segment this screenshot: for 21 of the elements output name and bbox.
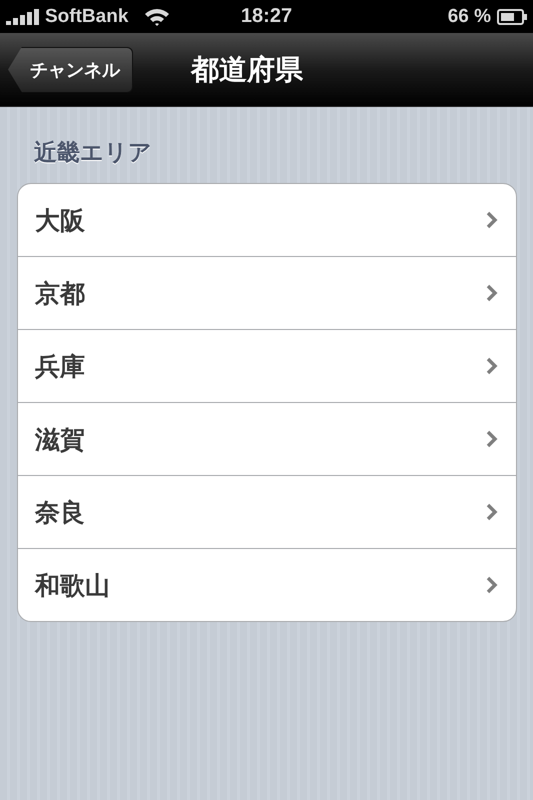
chevron-icon	[486, 503, 498, 521]
back-button[interactable]: チャンネル	[8, 46, 133, 92]
chevron-icon	[486, 284, 498, 302]
chevron-icon	[486, 357, 498, 375]
signal-icon	[6, 8, 39, 24]
chevron-icon	[486, 211, 498, 229]
clock-time: 18:27	[240, 5, 292, 28]
prefecture-row[interactable]: 滋賀	[18, 402, 516, 475]
chevron-icon	[486, 576, 498, 594]
carrier-name: SoftBank	[45, 6, 128, 28]
section-header: 近畿エリア	[34, 139, 153, 168]
prefecture-row[interactable]: 兵庫	[18, 329, 516, 402]
prefecture-row[interactable]: 京都	[18, 256, 516, 329]
nav-title: 都道府県	[191, 52, 303, 88]
chevron-icon	[486, 430, 498, 448]
wifi-icon	[144, 6, 170, 26]
prefecture-row[interactable]: 和歌山	[18, 548, 516, 621]
prefecture-row[interactable]: 奈良	[18, 475, 516, 548]
battery-icon	[497, 8, 527, 24]
prefecture-row[interactable]: 大阪	[18, 184, 516, 256]
battery-percent: 66 %	[448, 6, 491, 28]
